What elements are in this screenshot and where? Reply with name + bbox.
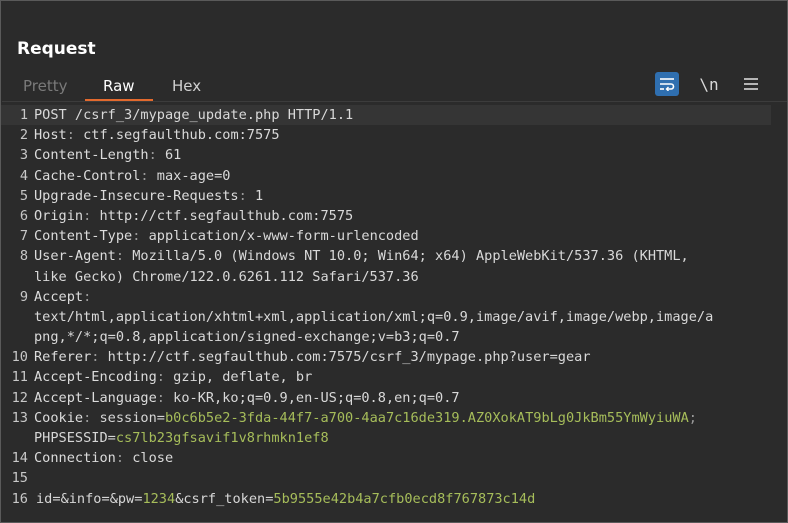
line-number: 11 — [11, 369, 28, 386]
editor-line: 9 Accept: — [1, 287, 787, 307]
line-number: 5 — [19, 187, 28, 204]
editor-toolbar: \n — [627, 72, 767, 96]
line-number: 4 — [19, 167, 28, 184]
tab-pretty[interactable]: Pretty — [23, 77, 68, 95]
cookie-name: session — [99, 409, 157, 426]
line-number: 3 — [19, 147, 28, 164]
divider — [2, 101, 787, 102]
header-value: http://ctf.segfaulthub.com:7575 — [99, 207, 354, 224]
header-name: Accept — [34, 288, 84, 305]
editor-line: 11 Accept-Encoding: gzip, deflate, br — [1, 367, 787, 387]
newline-toggle-button[interactable]: \n — [697, 72, 721, 96]
header-name: Cookie — [34, 409, 84, 426]
body-param-name: pw — [117, 490, 135, 507]
editor-line: 6 Origin: http://ctf.segfaulthub.com:757… — [1, 206, 787, 226]
line-number: 2 — [19, 127, 28, 144]
header-value-continued: text/html,application/xhtml+xml,applicat… — [34, 308, 714, 325]
editor-line: 10 Referer: http://ctf.segfaulthub.com:7… — [1, 347, 787, 367]
header-value: application/x-www-form-urlencoded — [148, 228, 419, 245]
header-value: max-age=0 — [156, 167, 231, 184]
header-value: 61 — [164, 147, 182, 164]
body-param-name: csrf_token — [183, 490, 266, 507]
header-name: Origin — [34, 207, 84, 224]
editor-line: 12 Accept-Language: ko-KR,ko;q=0.9,en-US… — [1, 388, 787, 408]
editor-line: 7 Content-Type: application/x-www-form-u… — [1, 226, 787, 246]
request-line: POST /csrf_3/mypage_update.php HTTP/1.1 — [34, 107, 354, 123]
editor-line: 4 Cache-Control: max-age=0 — [1, 166, 787, 186]
editor-line: 8 User-Agent: Mozilla/5.0 (Windows NT 10… — [1, 246, 787, 266]
line-number: 10 — [11, 349, 28, 366]
line-number: 16 — [11, 490, 28, 507]
cookie-name: PHPSESSID — [34, 430, 108, 446]
header-name: User-Agent — [34, 248, 116, 265]
request-panel: Request Pretty Raw Hex \n 1 POST /csrf_3… — [0, 0, 788, 523]
line-number: 6 — [19, 207, 28, 224]
tab-raw[interactable]: Raw — [103, 77, 135, 95]
line-number: 14 — [11, 450, 28, 467]
header-name: Host — [34, 127, 67, 144]
editor-line: 15 — [1, 468, 787, 488]
header-value: http://ctf.segfaulthub.com:7575/csrf_3/m… — [107, 349, 591, 366]
editor-line-wrapped: text/html,application/xhtml+xml,applicat… — [1, 307, 787, 327]
line-number: 12 — [11, 389, 28, 406]
editor-line: 5 Upgrade-Insecure-Requests: 1 — [1, 186, 787, 206]
header-name: Referer — [34, 349, 92, 366]
header-value: Mozilla/5.0 (Windows NT 10.0; Win64; x64… — [132, 248, 689, 265]
header-name: Content-Length — [34, 147, 149, 164]
body-param-name: id — [36, 490, 53, 507]
header-name: Content-Type — [34, 228, 133, 245]
header-name: Connection — [34, 450, 116, 467]
wrap-text-icon[interactable] — [655, 72, 679, 96]
header-value: close — [132, 450, 174, 467]
header-value-continued: like Gecko) Chrome/122.0.6261.112 Safari… — [34, 268, 419, 285]
editor-line-wrapped: png,*/*;q=0.8,application/signed-exchang… — [1, 327, 787, 347]
header-value: 1 — [254, 187, 264, 204]
body-param-value: 1234 — [142, 490, 176, 507]
body-param-value: 5b9555e42b4a7cfb0ecd8f767873c14d — [273, 490, 536, 507]
line-number: 9 — [19, 288, 28, 305]
header-value: ctf.segfaulthub.com:7575 — [83, 127, 280, 144]
line-number: 15 — [11, 470, 28, 487]
raw-request-editor[interactable]: 1 POST /csrf_3/mypage_update.php HTTP/1.… — [1, 105, 787, 517]
header-value-continued: png,*/*;q=0.8,application/signed-exchang… — [34, 329, 460, 346]
editor-line-wrapped: like Gecko) Chrome/122.0.6261.112 Safari… — [1, 267, 787, 287]
editor-line: 3 Content-Length: 61 — [1, 145, 787, 165]
line-number: 13 — [11, 409, 28, 426]
body-param-name: info — [68, 490, 102, 507]
header-value: ko-KR,ko;q=0.9,en-US;q=0.8,en;q=0.7 — [173, 389, 460, 406]
hamburger-menu-icon[interactable] — [739, 72, 763, 96]
editor-line: 1 POST /csrf_3/mypage_update.php HTTP/1.… — [1, 105, 771, 126]
header-value: gzip, deflate, br — [173, 369, 313, 386]
header-name: Upgrade-Insecure-Requests — [34, 187, 239, 204]
editor-line-wrapped: PHPSESSID=cs7lb23gfsavif1v8rhmkn1ef8 — [34, 430, 329, 446]
editor-line: 16 id=&info=&pw=1234&csrf_token=5b9555e4… — [1, 489, 787, 509]
header-name: Cache-Control — [34, 167, 141, 184]
editor-line: 2 Host: ctf.segfaulthub.com:7575 — [1, 125, 787, 145]
editor-line: 13 Cookie: session=b0c6b5e2-3fda-44f7-a7… — [1, 408, 787, 428]
tab-hex[interactable]: Hex — [172, 77, 201, 95]
panel-title: Request — [17, 39, 96, 59]
line-number: 1 — [19, 107, 28, 123]
line-number: 8 — [19, 248, 28, 265]
line-number: 7 — [19, 228, 28, 245]
cookie-value: cs7lb23gfsavif1v8rhmkn1ef8 — [115, 430, 329, 446]
editor-line: 14 Connection: close — [1, 448, 787, 468]
header-name: Accept-Encoding — [34, 369, 157, 386]
cookie-value: b0c6b5e2-3fda-44f7-a700-4aa7c16de319.AZ0… — [164, 409, 689, 426]
header-name: Accept-Language — [34, 389, 157, 406]
